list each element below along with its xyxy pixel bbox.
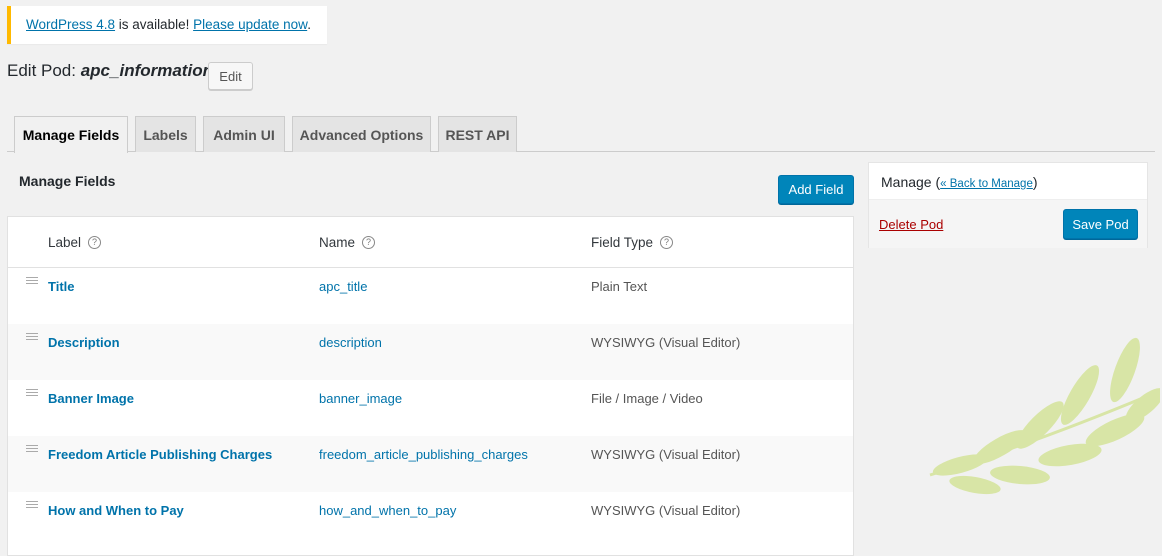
tab-manage-fields[interactable]: Manage Fields xyxy=(14,116,128,153)
manage-box: Manage (« Back to Manage) Delete Pod Sav… xyxy=(868,162,1148,248)
tab-bar: Manage Fields Labels Admin UI Advanced O… xyxy=(7,116,1155,153)
page-title: Edit Pod: apc_information xyxy=(7,61,213,81)
field-type: File / Image / Video xyxy=(591,391,703,406)
field-name-link[interactable]: apc_title xyxy=(319,279,367,294)
back-link-open: ( xyxy=(931,174,941,190)
field-label-link[interactable]: Banner Image xyxy=(48,391,134,406)
tab-rest-api[interactable]: REST API xyxy=(438,116,517,152)
field-type: WYSIWYG (Visual Editor) xyxy=(591,335,741,350)
column-header-label[interactable]: Label ? xyxy=(48,235,102,250)
field-label-link[interactable]: Title xyxy=(48,279,75,294)
help-icon[interactable]: ? xyxy=(88,236,102,249)
tab-advanced-options[interactable]: Advanced Options xyxy=(292,116,431,152)
column-name-text: Name xyxy=(319,235,356,250)
drag-handle-icon[interactable] xyxy=(26,389,38,398)
table-header: Label ? Name ? Field Type ? xyxy=(8,217,853,268)
column-type-text: Field Type xyxy=(591,235,654,250)
back-link-close: ) xyxy=(1032,174,1038,190)
manage-fields-heading: Manage Fields xyxy=(19,173,116,189)
field-label-link[interactable]: Freedom Article Publishing Charges xyxy=(48,447,272,462)
help-icon[interactable]: ? xyxy=(660,236,674,249)
table-row: Freedom Article Publishing Charges freed… xyxy=(8,436,853,492)
leaf-branch-icon xyxy=(929,337,1160,495)
add-field-button[interactable]: Add Field xyxy=(778,175,854,204)
drag-handle-icon[interactable] xyxy=(26,277,38,286)
table-row: Title apc_title Plain Text xyxy=(8,268,853,324)
manage-box-header: Manage (« Back to Manage) xyxy=(869,163,1147,200)
field-name-link[interactable]: description xyxy=(319,335,382,350)
wordpress-version-link[interactable]: WordPress 4.8 xyxy=(26,17,115,32)
manage-box-actions: Delete Pod Save Pod xyxy=(869,200,1147,248)
field-name-link[interactable]: how_and_when_to_pay xyxy=(319,503,456,518)
edit-pod-name-button[interactable]: Edit xyxy=(208,62,253,90)
field-name-link[interactable]: freedom_article_publishing_charges xyxy=(319,447,528,462)
table-row: How and When to Pay how_and_when_to_pay … xyxy=(8,492,853,548)
update-now-link[interactable]: Please update now xyxy=(193,17,307,32)
fields-table: Label ? Name ? Field Type ? Title apc_ti… xyxy=(7,216,854,556)
drag-handle-icon[interactable] xyxy=(26,333,38,342)
field-type: WYSIWYG (Visual Editor) xyxy=(591,447,741,462)
notice-end: . xyxy=(307,17,311,32)
save-pod-button[interactable]: Save Pod xyxy=(1063,209,1138,239)
column-label-text: Label xyxy=(48,235,82,250)
back-to-manage-link[interactable]: « Back to Manage xyxy=(940,178,1033,190)
manage-box-title: Manage xyxy=(881,174,932,190)
column-header-field-type[interactable]: Field Type ? xyxy=(591,235,674,250)
table-row: Banner Image banner_image File / Image /… xyxy=(8,380,853,436)
field-type: Plain Text xyxy=(591,279,648,294)
notice-text: is available! xyxy=(115,17,194,32)
update-notice: WordPress 4.8 is available! Please updat… xyxy=(7,6,327,44)
drag-handle-icon[interactable] xyxy=(26,445,38,454)
delete-pod-link[interactable]: Delete Pod xyxy=(879,217,943,232)
help-icon[interactable]: ? xyxy=(362,236,376,249)
drag-handle-icon[interactable] xyxy=(26,501,38,510)
tab-admin-ui[interactable]: Admin UI xyxy=(203,116,285,152)
field-name-link[interactable]: banner_image xyxy=(319,391,402,406)
table-row: Description description WYSIWYG (Visual … xyxy=(8,324,853,380)
page-title-prefix: Edit Pod: xyxy=(7,61,81,80)
field-label-link[interactable]: Description xyxy=(48,335,120,350)
column-header-name[interactable]: Name ? xyxy=(319,235,376,250)
pod-name: apc_information xyxy=(80,61,213,80)
field-type: WYSIWYG (Visual Editor) xyxy=(591,503,741,518)
field-label-link[interactable]: How and When to Pay xyxy=(48,503,184,518)
tab-labels[interactable]: Labels xyxy=(135,116,196,152)
